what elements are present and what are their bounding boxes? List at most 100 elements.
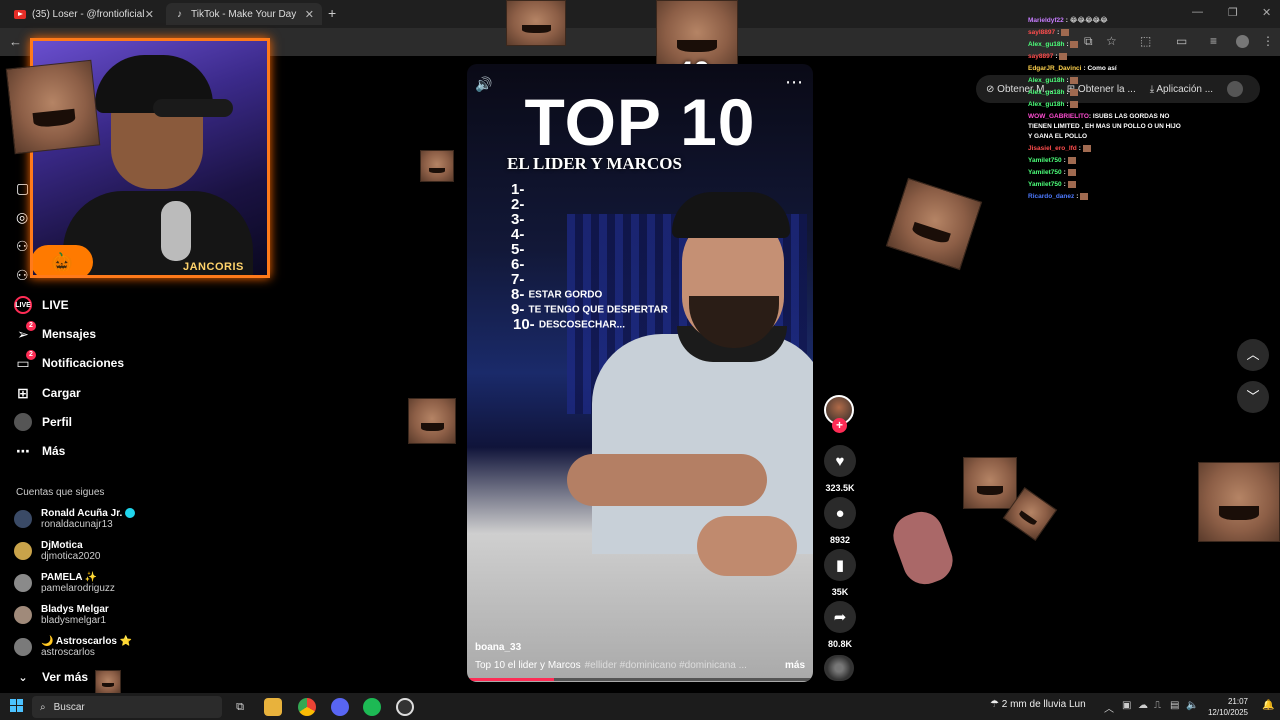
sidebar-item-profile[interactable]: Perfil [14,410,72,434]
verified-icon [125,508,136,519]
meme-emote-icon [1067,156,1076,164]
tab-youtube[interactable]: (35) Loser - @frontioficial x @ ✕ [6,3,162,25]
like-button[interactable]: ♥ 323.5K [822,445,858,493]
chat-message: Alex_gu18h: [1028,87,1188,99]
messages-icon: ➢ 2 [14,321,36,343]
obs-icon[interactable] [396,698,414,716]
comment-count: 8932 [829,535,851,545]
close-window-icon[interactable]: ✕ [1262,6,1271,19]
meme-emote-icon [1082,144,1091,152]
chat-user: Alex_gu18h [1028,89,1065,96]
video-host-hand [697,516,797,576]
profile-icon [14,413,32,431]
video-author[interactable]: boana_33 [475,642,521,653]
close-tab-icon[interactable]: ✕ [145,8,154,21]
sidebar-item-label: Más [42,444,66,458]
speaker-icon[interactable]: 🔈 [1186,700,1198,711]
tab-label: TikTok - Make Your Day [191,8,297,20]
sidebar-item-notifications[interactable]: ▭ 2 Notificaciones [14,350,124,375]
caption-more-link[interactable]: más [785,660,805,671]
usb-icon[interactable]: ⎍ [1154,700,1161,711]
discord-icon[interactable] [331,698,349,716]
video-player[interactable]: TOP 10 EL LIDER Y MARCOS 1- 2- 3- 4- 5- … [467,64,813,682]
back-icon[interactable]: ← [9,34,22,49]
music-disc-icon[interactable] [824,655,854,681]
volume-icon[interactable]: 🔊 [475,76,492,93]
video-progress-fill [467,678,554,681]
notifications-icon: ▭ 2 [14,350,36,372]
friends-icon[interactable]: ⚇ [16,267,29,284]
avatar [14,606,32,624]
task-view-icon[interactable]: ⧉ [231,698,249,716]
chat-user: Yamilet750 [1028,169,1062,176]
cloud-icon[interactable]: ☁ [1138,700,1148,711]
following-icon[interactable]: ⚇ [16,238,29,255]
more-options-icon[interactable]: ⋯ [785,72,803,93]
live-icon: LIVE [14,296,32,314]
account-handle: ronaldacunajr13 [41,519,113,530]
chevron-down-icon: ⌄ [18,671,28,684]
rain-icon: ☂ [990,699,1002,710]
taskbar-clock[interactable]: 21:07 12/10/2025 [1200,696,1248,718]
following-account[interactable]: 🌙 Astroscarlos ⭐ astroscarlos [14,633,132,661]
shop-icon[interactable]: ▢ [16,180,29,197]
following-account[interactable]: Bladys Melgar bladysmelgar1 [14,601,109,629]
windows-start-icon[interactable] [10,699,23,712]
sidebar-item-more[interactable]: ⋯ Más [14,439,65,463]
sidebar-item-label: Perfil [42,415,73,429]
chat-user: WOW_GABRIELITO [1028,113,1089,120]
previous-video-button[interactable]: ︿ [1237,339,1269,371]
chat-user: Yamilet750 [1028,157,1062,164]
taskbar-search[interactable]: ⌕ Buscar [32,696,222,718]
following-account[interactable]: Ronald Acuña Jr. ronaldacunajr13 [14,505,136,533]
stream-chat: Marieldyf22: 😂😂😂😂😂 sayl8897: Alex_gu18h:… [1028,15,1188,203]
app-tray-icon[interactable]: ▣ [1122,700,1131,711]
file-explorer-icon[interactable] [264,698,282,716]
tab-tiktok[interactable]: ♪ TikTok - Make Your Day ✕ [166,3,322,25]
downloads-icon[interactable]: ≡ [1210,34,1217,48]
notification-bell-icon[interactable]: 🔔 [1262,700,1274,711]
chat-message: Alex_gu18h: [1028,75,1188,87]
meme-emote-icon [1067,180,1076,188]
follow-plus-icon[interactable]: + [832,418,847,433]
maximize-icon[interactable]: ❐ [1228,6,1238,19]
chat-message: EdgarJR_Davinci: Como así [1028,65,1117,72]
close-tab-icon[interactable]: ✕ [305,8,314,21]
account-handle: pamelarodriguzz [41,583,115,594]
upload-icon: ⊞ [17,384,29,401]
weather-widget[interactable]: ☂ 2 mm de lluvia Lun [990,699,1086,710]
following-account[interactable]: PAMELA ✨ pamelarodriguzz [14,569,115,597]
meme-emote-icon [1059,52,1068,60]
see-more-label: Ver más [42,670,89,684]
menu-icon[interactable]: ⋮ [1262,34,1274,48]
see-more-button[interactable]: ⌄ Ver más [14,665,88,689]
following-account[interactable]: DjMotica djmotica2020 [14,537,100,565]
profile-icon[interactable] [1227,81,1244,97]
network-icon[interactable]: ▤ [1170,700,1179,711]
search-icon: ⌕ [40,701,46,713]
chevron-up-icon[interactable]: ︿ [1104,700,1114,715]
profile-avatar[interactable] [1236,35,1249,48]
video-host-cap [672,192,790,238]
clock-time: 21:07 [1227,697,1248,706]
explore-icon[interactable]: ◎ [16,209,28,226]
sidebar-item-live[interactable]: LIVE LIVE [14,293,69,317]
avatar [14,638,32,656]
video-progress-bar[interactable] [467,678,813,681]
caption-hashtags[interactable]: #ellider #dominicano #dominicana ... [585,660,747,671]
new-tab-button[interactable]: + [328,5,336,21]
next-video-button[interactable]: ﹀ [1237,381,1269,413]
chat-message: Alex_gu18h: [1028,99,1188,111]
minimize-icon[interactable]: — [1192,6,1203,18]
meme-emote-icon [1061,28,1070,36]
comment-button[interactable]: ● 8932 [822,497,858,545]
account-name: PAMELA ✨ [41,572,98,583]
video-title-overlay: TOP 10 [524,85,756,159]
chrome-icon[interactable] [298,698,316,716]
share-button[interactable]: ➦ 80.8K [822,601,858,649]
save-button[interactable]: ▮ 35K [822,549,858,597]
sidebar-item-messages[interactable]: ➢ 2 Mensajes [14,321,96,346]
spotify-icon[interactable] [363,698,381,716]
sidebar-item-upload[interactable]: ⊞ Cargar [14,381,81,405]
meme-emote [95,670,121,694]
